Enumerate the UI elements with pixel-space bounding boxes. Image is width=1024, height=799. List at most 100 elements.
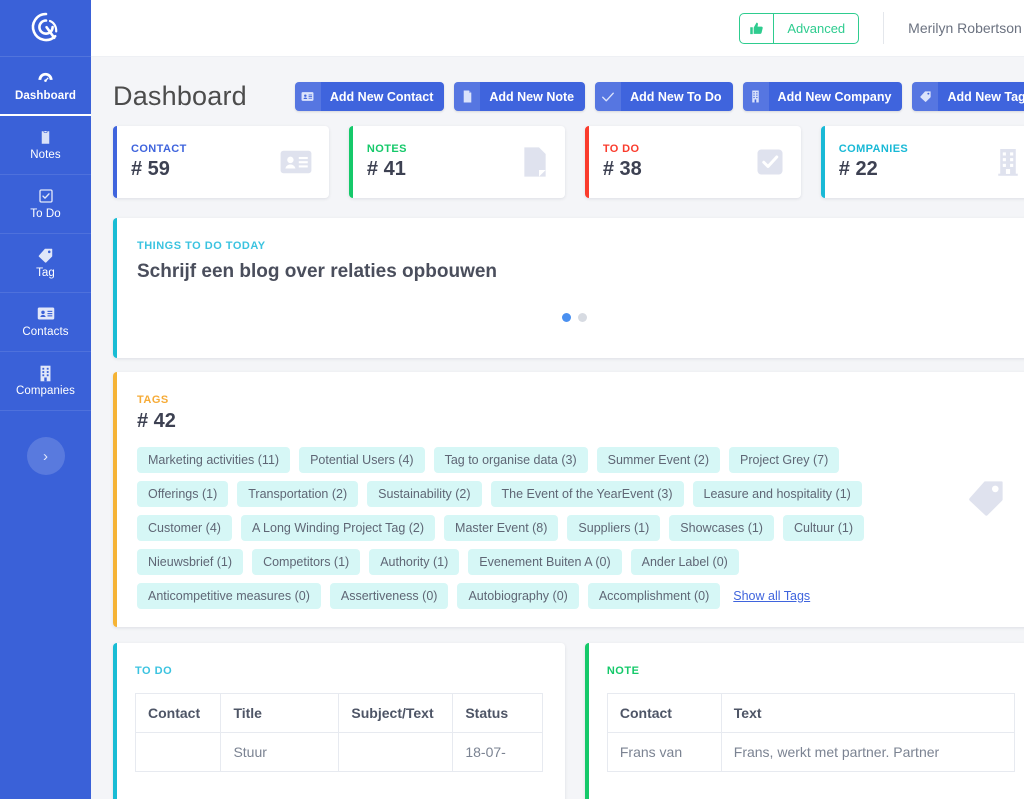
accent-bar [820, 126, 825, 198]
sidebar-collapse-toggle[interactable]: › [26, 437, 65, 475]
column-header-title[interactable]: Title [220, 693, 340, 733]
cell-title: Stuur [220, 732, 340, 772]
accent-bar [584, 126, 589, 198]
tag-chip[interactable]: Competitors (1) [252, 549, 361, 575]
add-new-contact-button[interactable]: Add New Contact [294, 82, 445, 111]
panel-kicker: TAGS [137, 394, 169, 406]
action-label: Add New Contact [329, 89, 434, 104]
sidebar-item-tag[interactable]: Tag [0, 234, 91, 293]
stat-card-todo[interactable]: TO DO # 38 [584, 126, 801, 198]
tag-chip[interactable]: A Long Winding Project Tag (2) [240, 515, 436, 541]
tag-chip[interactable]: The Event of the YearEvent (3) [490, 481, 684, 507]
logo-icon [31, 12, 57, 42]
main-area: Advanced Merilyn Robertson ▼ Dashboard [91, 0, 1024, 799]
stat-value: # 59 [131, 158, 170, 180]
stat-card-row: CONTACT # 59 NOTES # 41 TO DO # 38 COMPA… [113, 126, 1024, 198]
panel-body: THINGS TO DO TODAY Schrijf een blog over… [113, 218, 1024, 340]
table-header-row: Contact Text [606, 693, 1015, 733]
cell-subject [338, 732, 454, 772]
action-label: Add New Note [489, 89, 575, 104]
stat-label: TO DO [602, 143, 640, 155]
action-label: Add New Company [777, 89, 892, 104]
sidebar-item-label: Tag [36, 267, 55, 279]
page-content: Dashboard Add New Contact Add New Note A… [91, 57, 1024, 799]
tag-chip[interactable]: Master Event (8) [444, 515, 559, 541]
tag-chip[interactable]: Nieuwsbrief (1) [137, 549, 244, 575]
tag-chip[interactable]: Tag to organise data (3) [433, 447, 588, 473]
sidebar-item-todo[interactable]: To Do [0, 175, 91, 234]
sidebar-item-label: To Do [30, 208, 61, 220]
sidebar-item-notes[interactable]: Notes [0, 116, 91, 175]
tag-icon [37, 247, 54, 263]
page-header: Dashboard Add New Contact Add New Note A… [113, 57, 1024, 126]
tag-chip[interactable]: Customer (4) [137, 515, 232, 541]
building-icon [38, 365, 53, 382]
todo-today-title: Schrijf een blog over relaties opbouwen [137, 261, 498, 282]
tag-chip[interactable]: Authority (1) [369, 549, 460, 575]
table-row[interactable]: Frans van Frans, werkt met partner. Part… [606, 732, 1015, 772]
tag-chip[interactable]: Evenement Buiten A (0) [468, 549, 622, 575]
tag-chip[interactable]: Offerings (1) [137, 481, 229, 507]
accent-bar [348, 126, 353, 198]
tag-chip[interactable]: Showcases (1) [669, 515, 774, 541]
tag-chip[interactable]: Sustainability (2) [367, 481, 482, 507]
stat-card-notes[interactable]: NOTES # 41 [348, 126, 565, 198]
building-icon [742, 82, 769, 111]
app-logo[interactable] [0, 0, 91, 57]
table-row[interactable]: Stuur 18-07- [134, 732, 543, 772]
tag-chip[interactable]: Potential Users (4) [299, 447, 425, 473]
tag-chip[interactable]: Accomplishment (0) [587, 583, 721, 609]
tag-chip[interactable]: Anticompetitive measures (0) [137, 583, 321, 609]
stat-card-companies[interactable]: COMPANIES # 22 [820, 126, 1024, 198]
advanced-label: Advanced [787, 20, 846, 36]
column-header-text[interactable]: Text [720, 693, 1015, 733]
dashboard-icon [37, 70, 54, 86]
tag-chip[interactable]: Leasure and hospitality (1) [692, 481, 862, 507]
sidebar-item-label: Contacts [22, 326, 69, 338]
table-header: Contact Text [606, 693, 1015, 733]
user-menu[interactable]: Merilyn Robertson ▼ [908, 20, 1024, 36]
tag-chip[interactable]: Autobiography (0) [457, 583, 579, 609]
add-new-note-button[interactable]: Add New Note [454, 82, 586, 111]
tag-row: Anticompetitive measures (0) Assertivene… [137, 583, 1013, 609]
column-header-contact[interactable]: Contact [606, 693, 722, 733]
carousel-dots[interactable] [137, 313, 1013, 322]
tag-chip[interactable]: Project Grey (7) [729, 447, 840, 473]
sidebar-item-dashboard[interactable]: Dashboard [0, 57, 91, 116]
tag-chip[interactable]: Marketing activities (11) [137, 447, 291, 473]
cell-text: Frans, werkt met partner. Partner [720, 732, 1015, 772]
add-new-tag-button[interactable]: Add New Tag [912, 82, 1024, 111]
sidebar-item-contacts[interactable]: Contacts [0, 293, 91, 352]
add-new-company-button[interactable]: Add New Company [742, 82, 903, 111]
sidebar-item-companies[interactable]: Companies [0, 352, 91, 411]
tag-row: Marketing activities (11) Potential User… [137, 447, 1013, 473]
stat-label: CONTACT [131, 143, 187, 155]
accent-bar [113, 126, 117, 198]
topbar: Advanced Merilyn Robertson ▼ [91, 0, 1024, 57]
panel-body: NOTE Contact Text Frans van Frans, werkt… [585, 643, 1024, 772]
topbar-divider [883, 12, 885, 44]
note-table: Contact Text Frans van Frans, werkt met … [606, 693, 1015, 772]
stat-text: NOTES # 41 [367, 143, 521, 181]
add-new-todo-button[interactable]: Add New To Do [595, 82, 733, 111]
column-header-status[interactable]: Status [452, 693, 543, 733]
table-body: Stuur 18-07- [134, 732, 543, 772]
tag-row: Customer (4) A Long Winding Project Tag … [137, 515, 1013, 541]
tag-chip[interactable]: Ander Label (0) [630, 549, 739, 575]
action-label: Add New To Do [630, 89, 722, 104]
carousel-dot[interactable] [578, 313, 588, 322]
carousel-dot-active[interactable] [562, 313, 572, 322]
check-icon [595, 82, 622, 111]
tag-chip[interactable]: Summer Event (2) [596, 447, 721, 473]
thumbs-up-icon [740, 13, 775, 43]
stat-card-contact[interactable]: CONTACT # 59 [113, 126, 329, 198]
show-all-tags-link[interactable]: Show all Tags [729, 589, 810, 603]
tag-chip[interactable]: Transportation (2) [237, 481, 359, 507]
contact-card-icon [294, 82, 321, 111]
tag-chip[interactable]: Suppliers (1) [567, 515, 661, 541]
column-header-contact[interactable]: Contact [134, 693, 222, 733]
tag-chip[interactable]: Assertiveness (0) [329, 583, 449, 609]
tag-chip[interactable]: Cultuur (1) [782, 515, 865, 541]
advanced-button[interactable]: Advanced [739, 12, 860, 44]
column-header-subject[interactable]: Subject/Text [338, 693, 454, 733]
